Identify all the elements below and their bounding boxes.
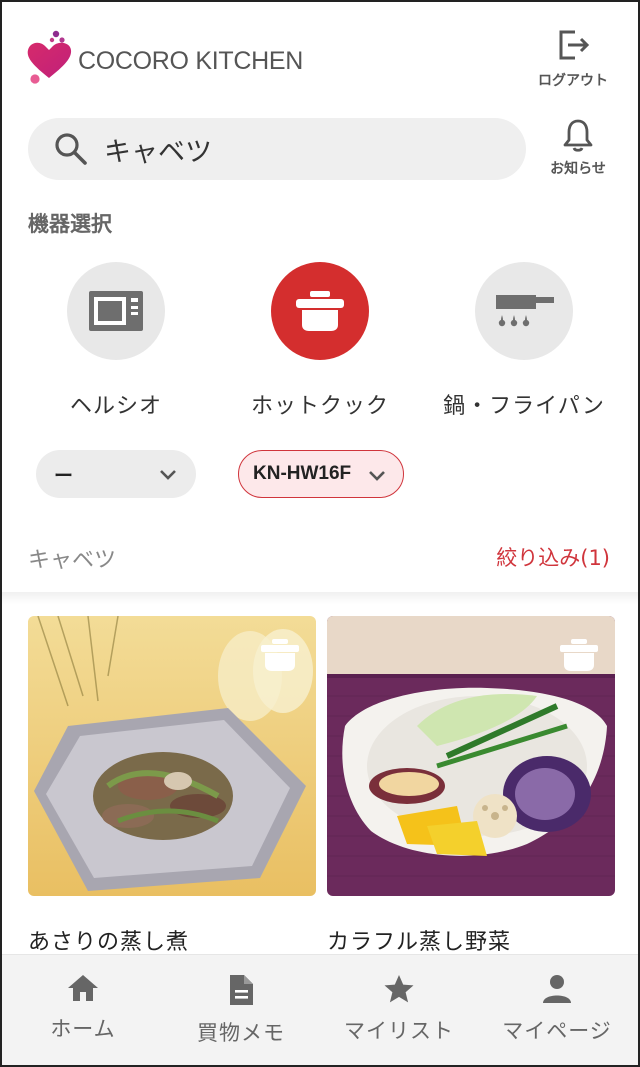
logout-label: ログアウト xyxy=(538,73,608,89)
search-keyword-label: キャベツ xyxy=(28,548,117,573)
bell-icon xyxy=(563,119,593,152)
pot-badge-icon xyxy=(559,638,624,676)
recipe-title[interactable]: あさりの蒸し煮 xyxy=(28,924,316,956)
chevron-down-icon xyxy=(160,470,176,480)
brand-logo[interactable]: COCORO KITCHEN xyxy=(26,28,303,86)
filter-link[interactable]: 絞り込み(1) xyxy=(496,542,610,572)
home-icon xyxy=(68,975,98,1001)
heart-logo-icon xyxy=(26,28,72,86)
nav-my-list[interactable]: マイリスト xyxy=(324,973,474,1045)
bottom-navigation: ホーム 買物メモ マイリスト マイページ xyxy=(2,954,638,1065)
device-pan[interactable]: 鍋・フライパン xyxy=(434,262,614,420)
recipe-title[interactable]: カラフル蒸し野菜 xyxy=(327,924,615,956)
device-circle xyxy=(475,262,573,360)
nav-home[interactable]: ホーム xyxy=(8,973,158,1043)
nav-label: マイページ xyxy=(502,1019,612,1043)
healsio-model-select[interactable]: ー xyxy=(36,450,196,498)
device-section-title: 機器選択 xyxy=(28,212,112,236)
search-input[interactable] xyxy=(104,133,484,165)
app-frame: COCORO KITCHEN ログアウト お知らせ 機器選択 xyxy=(0,0,640,1067)
hotcook-model-value: KN-HW16F xyxy=(253,463,352,484)
logout-icon xyxy=(559,30,590,60)
device-name: ホットクック xyxy=(250,394,389,419)
brand-name: COCORO KITCHEN xyxy=(78,46,303,75)
device-name: 鍋・フライパン xyxy=(443,394,605,419)
document-icon xyxy=(230,975,253,1005)
divider xyxy=(2,592,638,604)
star-icon xyxy=(384,975,414,1003)
logout-button[interactable]: ログアウト xyxy=(530,28,616,90)
nav-my-page[interactable]: マイページ xyxy=(482,973,632,1045)
search-icon xyxy=(55,133,87,165)
device-circle-selected xyxy=(271,262,369,360)
pot-icon xyxy=(296,291,344,331)
nav-label: マイリスト xyxy=(344,1019,454,1043)
hotcook-model-select[interactable]: KN-HW16F xyxy=(238,450,404,498)
nav-label: 買物メモ xyxy=(197,1021,285,1045)
device-name: ヘルシオ xyxy=(69,394,162,419)
microwave-icon xyxy=(89,291,143,331)
notice-label: お知らせ xyxy=(550,161,606,177)
person-icon xyxy=(543,975,571,1003)
chevron-down-icon xyxy=(369,471,385,481)
device-hotcook[interactable]: ホットクック xyxy=(230,262,410,420)
notification-button[interactable]: お知らせ xyxy=(542,118,614,178)
pan-icon xyxy=(496,295,554,327)
healsio-model-value: ー xyxy=(54,465,74,487)
search-bar[interactable] xyxy=(28,118,526,180)
nav-label: ホーム xyxy=(50,1017,116,1041)
device-healsio[interactable]: ヘルシオ xyxy=(26,262,206,420)
nav-shopping-memo[interactable]: 買物メモ xyxy=(166,973,316,1047)
device-circle xyxy=(67,262,165,360)
